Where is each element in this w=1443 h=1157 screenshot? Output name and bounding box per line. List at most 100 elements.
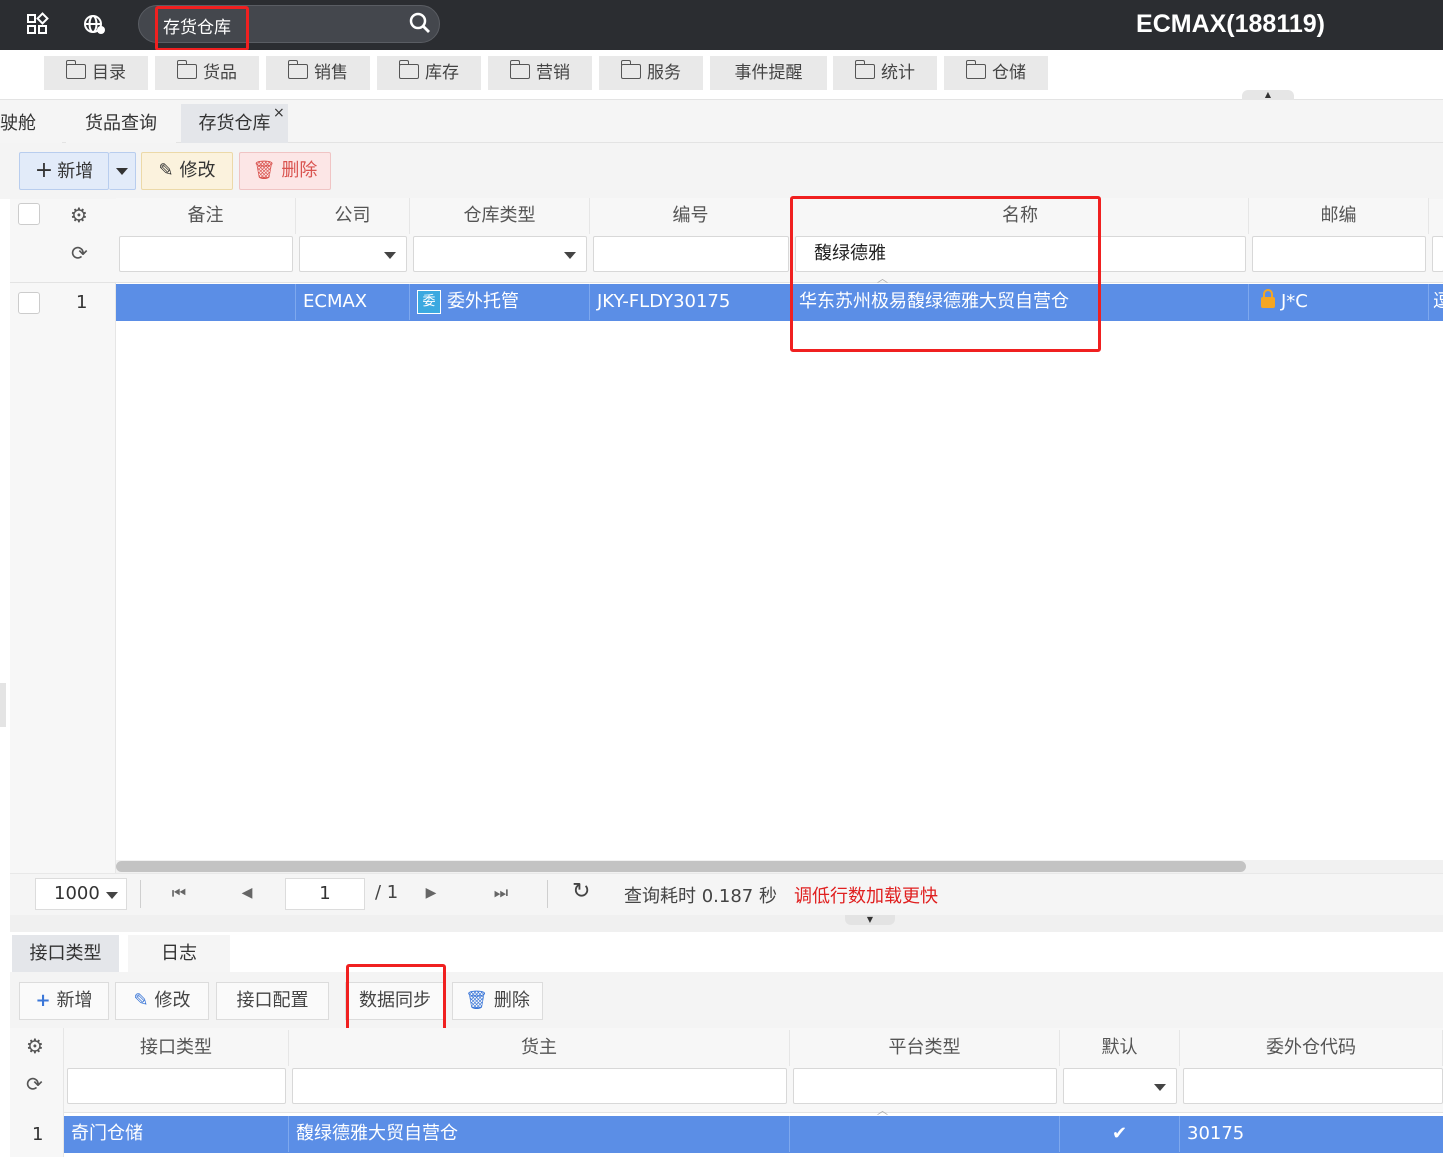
detail-edit-button[interactable]: ✎ 修改 — [115, 982, 209, 1020]
menu-directory[interactable]: 目录 — [44, 56, 148, 90]
pager-divider — [547, 880, 548, 908]
column-header-zip[interactable]: 邮编 — [1249, 198, 1429, 234]
lock-icon — [1261, 288, 1275, 308]
first-page-icon[interactable]: ⏮ — [148, 878, 210, 910]
column-header-interface-type[interactable]: 接口类型 — [64, 1030, 289, 1066]
menu-warehousing[interactable]: 仓储 — [944, 56, 1048, 90]
next-page-icon[interactable]: ▶ — [400, 878, 462, 910]
total-pages: / 1 — [375, 882, 399, 903]
collapse-down-icon[interactable]: ▼ — [845, 915, 895, 925]
filter-code-input[interactable] — [593, 236, 789, 272]
folder-icon — [854, 60, 875, 79]
delete-button[interactable]: 🗑 删除 — [239, 152, 331, 190]
column-header-owner[interactable]: 货主 — [289, 1030, 790, 1066]
menu-statistics[interactable]: 统计 — [833, 56, 937, 90]
tab-stock-warehouse[interactable]: 存货仓库 — [181, 104, 288, 143]
tab-goods-query[interactable]: 货品查询 — [66, 104, 176, 143]
name-column-highlight-box — [790, 196, 1101, 352]
load-tip: 调低行数加载更快 — [794, 886, 938, 907]
row-checkbox[interactable] — [18, 292, 40, 314]
filter-type-select[interactable] — [413, 236, 587, 272]
cell-outsource-code: 30175 — [1187, 1123, 1245, 1144]
filter-owner-input[interactable] — [292, 1068, 787, 1104]
caret-down-icon — [106, 892, 118, 899]
add-dropdown-button[interactable] — [109, 152, 136, 190]
plus-icon: + — [35, 990, 51, 1011]
folder-icon — [509, 60, 530, 79]
column-header-outsource-code[interactable]: 委外仓代码 — [1180, 1030, 1443, 1066]
tab-interface-type[interactable]: 接口类型 — [12, 935, 119, 972]
column-header-company[interactable]: 公司 — [296, 198, 410, 234]
add-button[interactable]: + 新增 — [19, 152, 109, 190]
globe-icon[interactable] — [81, 12, 107, 38]
cell-remark — [116, 284, 296, 320]
outsource-badge-icon: 委 — [417, 290, 441, 314]
reload-icon[interactable]: ↻ — [572, 879, 590, 904]
row-index: 1 — [32, 1124, 44, 1145]
edit-icon: ✎ — [133, 990, 149, 1011]
filter-remark-input[interactable] — [119, 236, 293, 272]
cell-company: ECMAX — [296, 284, 410, 320]
refresh-icon[interactable]: ⟳ — [26, 1072, 43, 1096]
tab-log[interactable]: 日志 — [128, 935, 230, 972]
menu-event-reminder[interactable]: 事件提醒 — [710, 56, 827, 90]
column-header-remark[interactable]: 备注 — [116, 198, 296, 234]
filter-company-select[interactable] — [299, 236, 407, 272]
menu-goods[interactable]: 货品 — [155, 56, 259, 90]
detail-delete-button[interactable]: 🗑 删除 — [452, 982, 543, 1020]
interface-config-button[interactable]: 接口配置 — [216, 982, 329, 1020]
filter-platform-input[interactable] — [793, 1068, 1057, 1104]
page-size-select[interactable]: 1000 — [35, 878, 127, 910]
column-header-platform-type[interactable]: 平台类型 — [790, 1030, 1060, 1066]
settings-gear-icon[interactable]: ⚙ — [26, 1034, 44, 1058]
collapse-up-icon[interactable]: ▲ — [1242, 90, 1294, 100]
row-index: 1 — [76, 292, 88, 313]
search-icon[interactable] — [408, 11, 432, 35]
trash-icon: 🗑 — [465, 990, 488, 1011]
column-header-code[interactable]: 编号 — [590, 198, 792, 234]
cell-warehouse-type: 委委外托管 — [410, 284, 590, 320]
folder-icon — [65, 60, 86, 79]
folder-icon — [620, 60, 641, 79]
tab-cockpit[interactable]: 驶舱 — [0, 104, 62, 143]
apps-grid-icon[interactable] — [24, 12, 50, 38]
close-icon[interactable]: × — [273, 105, 285, 121]
checkmark-icon: ✔ — [1060, 1116, 1180, 1152]
cell-extra: 逗 — [1433, 291, 1443, 312]
folder-icon — [176, 60, 197, 79]
settings-gear-icon[interactable]: ⚙ — [70, 203, 88, 227]
caret-down-icon — [116, 167, 128, 175]
detail-add-button[interactable]: + 新增 — [19, 982, 109, 1020]
select-all-checkbox[interactable] — [18, 203, 40, 225]
menu-inventory[interactable]: 库存 — [377, 56, 481, 90]
column-header-default[interactable]: 默认 — [1060, 1030, 1180, 1066]
cell-interface-type: 奇门仓储 — [64, 1116, 289, 1152]
folder-icon — [965, 60, 986, 79]
search-highlight-box — [155, 6, 249, 51]
filter-extra-input[interactable] — [1432, 236, 1443, 272]
side-panel-handle[interactable] — [0, 683, 6, 727]
filter-zip-input[interactable] — [1252, 236, 1426, 272]
edit-button[interactable]: ✎ 修改 — [141, 152, 233, 190]
filter-interface-type-input[interactable] — [67, 1068, 286, 1104]
horizontal-scrollbar-thumb[interactable] — [116, 861, 1246, 872]
cell-platform-type — [790, 1116, 1060, 1152]
filter-default-select[interactable] — [1063, 1068, 1177, 1104]
caret-down-icon — [1154, 1084, 1166, 1091]
column-header-warehouse-type[interactable]: 仓库类型 — [410, 198, 590, 234]
menu-sales[interactable]: 销售 — [266, 56, 370, 90]
sync-highlight-box — [346, 964, 446, 1034]
menu-marketing[interactable]: 营销 — [488, 56, 592, 90]
prev-page-icon[interactable]: ◀ — [216, 878, 278, 910]
page-number-input[interactable]: 1 — [285, 878, 365, 910]
cell-code: JKY-FLDY30175 — [590, 284, 792, 320]
last-page-icon[interactable]: ⏭ — [470, 878, 532, 910]
menu-service[interactable]: 服务 — [599, 56, 703, 90]
query-time: 查询耗时 0.187 秒 — [624, 886, 777, 907]
refresh-icon[interactable]: ⟳ — [71, 241, 88, 265]
caret-down-icon — [564, 252, 576, 259]
filter-outsource-code-input[interactable] — [1183, 1068, 1443, 1104]
panel-splitter[interactable] — [10, 915, 1443, 932]
edit-icon: ✎ — [158, 160, 174, 181]
folder-icon — [398, 60, 419, 79]
